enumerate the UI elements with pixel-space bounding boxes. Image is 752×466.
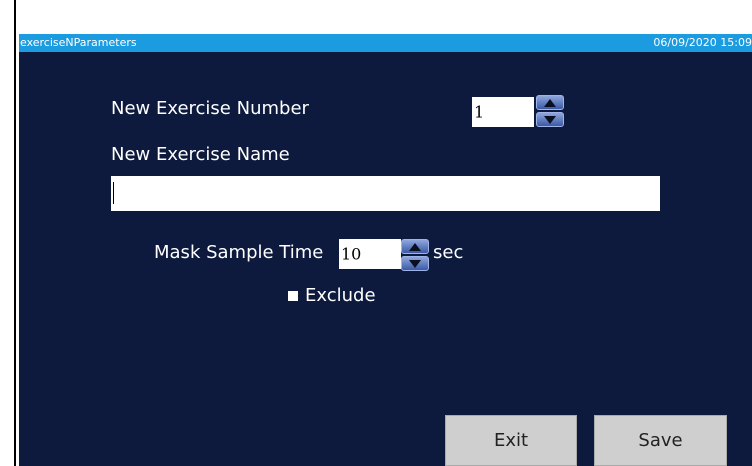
exercise-number-label: New Exercise Number (111, 98, 309, 119)
title-bar: exerciseNParameters 06/09/2020 15:09 (19, 34, 752, 52)
mask-sample-time-stepper (401, 239, 429, 271)
save-button[interactable]: Save (594, 415, 727, 466)
exercise-name-input[interactable] (111, 176, 660, 211)
window-title: exerciseNParameters (20, 36, 137, 49)
app-window: exerciseNParameters 06/09/2020 15:09 New… (19, 34, 752, 466)
mask-sample-time-input[interactable]: 10 (339, 239, 401, 269)
exercise-number-up-button[interactable] (536, 95, 564, 110)
mask-sample-time-label: Mask Sample Time (154, 242, 324, 263)
exercise-number-down-button[interactable] (536, 112, 564, 127)
exercise-number-stepper (536, 95, 564, 127)
exclude-label: Exclude (305, 285, 376, 306)
mask-sample-time-down-button[interactable] (401, 256, 429, 271)
mask-sample-time-unit: sec (433, 242, 464, 263)
text-caret (113, 182, 114, 204)
exercise-number-value: 1 (474, 102, 485, 122)
datetime-display: 06/09/2020 15:09 (653, 36, 752, 49)
arrow-down-icon (544, 115, 556, 124)
arrow-up-icon (409, 242, 421, 251)
mask-sample-time-value: 10 (341, 244, 362, 264)
exercise-name-label: New Exercise Name (111, 144, 290, 165)
exercise-number-input[interactable]: 1 (472, 97, 534, 127)
mask-sample-time-up-button[interactable] (401, 239, 429, 254)
exclude-checkbox[interactable] (288, 291, 298, 301)
arrow-up-icon (544, 98, 556, 107)
arrow-down-icon (409, 259, 421, 268)
exit-button[interactable]: Exit (445, 415, 577, 466)
